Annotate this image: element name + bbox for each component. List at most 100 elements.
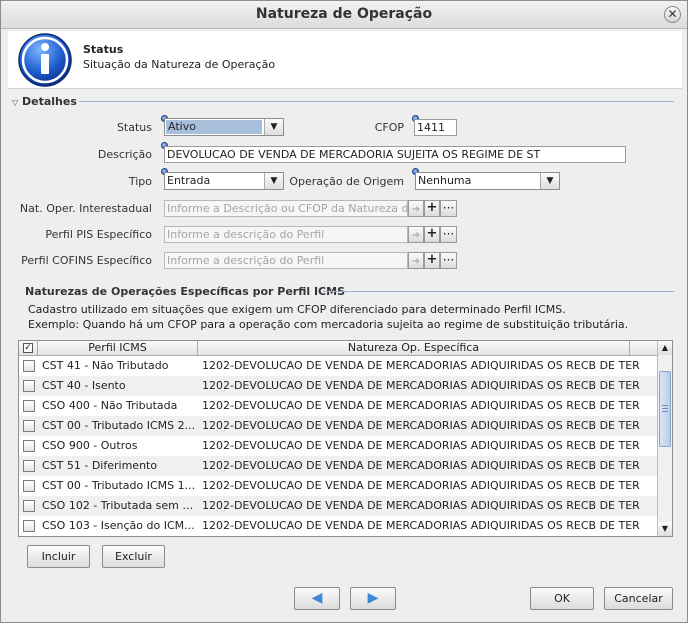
lookup-arrow-button[interactable]: ➜ bbox=[408, 252, 424, 269]
table-row[interactable]: CST 51 - Diferimento 1202-DEVOLUCAO DE V… bbox=[19, 456, 659, 476]
cell-perfil: CSO 900 - Outros bbox=[42, 439, 138, 452]
table-body: CST 41 - Não Tributado 1202-DEVOLUCAO DE… bbox=[19, 356, 659, 536]
arrow-right-icon: ➜ bbox=[411, 204, 421, 215]
row-checkbox[interactable] bbox=[23, 460, 35, 472]
lookup-arrow-button[interactable]: ➜ bbox=[408, 226, 424, 243]
table-header: ✓ Perfil ICMS Natureza Op. Específica bbox=[19, 341, 659, 356]
more-perfil-cofins-button[interactable]: ··· bbox=[440, 252, 457, 269]
collapse-arrow-icon: ▽ bbox=[12, 98, 19, 107]
descricao-label: Descrição bbox=[97, 148, 152, 161]
dialog-window: Natureza de Operação ✕ Status Situação d… bbox=[0, 0, 688, 623]
scroll-thumb[interactable] bbox=[659, 371, 671, 447]
cell-natureza: 1202-DEVOLUCAO DE VENDA DE MERCADORIAS A… bbox=[202, 459, 640, 472]
row-checkbox[interactable] bbox=[23, 380, 35, 392]
more-perfil-pis-button[interactable]: ··· bbox=[440, 226, 457, 243]
details-section-toggle[interactable]: ▽ Detalhes bbox=[12, 95, 77, 108]
table-row[interactable]: CSO 400 - Não Tributada 1202-DEVOLUCAO D… bbox=[19, 396, 659, 416]
cell-perfil: CSO 102 - Tributada sem P... bbox=[42, 499, 197, 512]
col-perfil-icms[interactable]: Perfil ICMS bbox=[38, 341, 198, 356]
cell-natureza: 1202-DEVOLUCAO DE VENDA DE MERCADORIAS A… bbox=[202, 519, 640, 532]
arrow-right-icon: ➜ bbox=[411, 230, 421, 241]
col-natureza-especifica[interactable]: Natureza Op. Específica bbox=[198, 341, 630, 356]
tipo-select[interactable]: Entrada ▼ bbox=[164, 172, 284, 190]
row-checkbox[interactable] bbox=[23, 520, 35, 532]
row-checkbox[interactable] bbox=[23, 400, 35, 412]
header-title: Status bbox=[83, 43, 124, 56]
arrow-left-icon: ◀ bbox=[311, 590, 323, 606]
tipo-label: Tipo bbox=[128, 175, 152, 188]
cell-natureza: 1202-DEVOLUCAO DE VENDA DE MERCADORIAS A… bbox=[202, 479, 640, 492]
nat-interestadual-label: Nat. Oper. Interestadual bbox=[19, 202, 152, 215]
cell-perfil: CST 00 - Tributado ICMS 2... bbox=[42, 419, 196, 432]
arrow-right-icon: ▶ bbox=[367, 590, 379, 606]
window-title: Natureza de Operação bbox=[255, 6, 433, 22]
table-row[interactable]: CSO 900 - Outros 1202-DEVOLUCAO DE VENDA… bbox=[19, 436, 659, 456]
table-row[interactable]: CST 40 - Isento 1202-DEVOLUCAO DE VENDA … bbox=[19, 376, 659, 396]
operacao-origem-value: Nenhuma bbox=[418, 174, 472, 187]
row-checkbox[interactable] bbox=[23, 480, 35, 492]
perfil-cofins-input[interactable]: Informe a descrição do Perfil bbox=[164, 252, 408, 269]
excluir-button[interactable]: Excluir bbox=[102, 545, 165, 568]
close-button[interactable]: ✕ bbox=[664, 6, 681, 23]
lookup-arrow-button[interactable]: ➜ bbox=[408, 200, 424, 217]
tipo-value: Entrada bbox=[167, 174, 211, 187]
header-subtitle: Situação da Natureza de Operação bbox=[83, 58, 276, 71]
cell-natureza: 1202-DEVOLUCAO DE VENDA DE MERCADORIAS A… bbox=[202, 359, 640, 372]
icms-table: ✓ Perfil ICMS Natureza Op. Específica CS… bbox=[18, 340, 673, 537]
close-icon: ✕ bbox=[667, 7, 678, 21]
scroll-down-button[interactable]: ▼ bbox=[658, 522, 672, 536]
details-section-title: Detalhes bbox=[22, 95, 77, 108]
row-checkbox[interactable] bbox=[23, 420, 35, 432]
chevron-down-icon[interactable]: ▼ bbox=[264, 119, 283, 135]
table-row[interactable]: CSO 103 - Isenção do ICM... 1202-DEVOLUC… bbox=[19, 516, 659, 536]
scroll-up-button[interactable]: ▲ bbox=[658, 341, 672, 355]
info-icon bbox=[18, 33, 72, 87]
add-perfil-pis-button[interactable]: + bbox=[424, 226, 440, 243]
cfop-input[interactable]: 1411 bbox=[414, 119, 457, 136]
chevron-down-icon[interactable]: ▼ bbox=[264, 173, 283, 189]
descricao-input[interactable]: DEVOLUCAO DE VENDA DE MERCADORIA SUJEITA… bbox=[164, 146, 626, 163]
select-all-checkbox[interactable]: ✓ bbox=[23, 343, 33, 353]
row-checkbox[interactable] bbox=[23, 500, 35, 512]
chevron-down-icon[interactable]: ▼ bbox=[540, 173, 559, 189]
details-divider bbox=[79, 101, 674, 102]
status-select[interactable]: Ativo ▼ bbox=[164, 118, 284, 136]
status-value: Ativo bbox=[166, 120, 262, 134]
cell-perfil: CSO 103 - Isenção do ICM... bbox=[42, 519, 195, 532]
cell-perfil: CST 51 - Diferimento bbox=[42, 459, 158, 472]
operacao-origem-select[interactable]: Nenhuma ▼ bbox=[415, 172, 560, 190]
perfil-pis-input[interactable]: Informe a descrição do Perfil bbox=[164, 226, 408, 243]
cell-perfil: CST 00 - Tributado ICMS 1... bbox=[42, 479, 196, 492]
table-row[interactable]: CSO 102 - Tributada sem P... 1202-DEVOLU… bbox=[19, 496, 659, 516]
previous-button[interactable]: ◀ bbox=[294, 587, 340, 610]
cell-perfil: CST 40 - Isento bbox=[42, 379, 126, 392]
incluir-button[interactable]: Incluir bbox=[27, 545, 90, 568]
cell-natureza: 1202-DEVOLUCAO DE VENDA DE MERCADORIAS A… bbox=[202, 439, 640, 452]
cell-natureza: 1202-DEVOLUCAO DE VENDA DE MERCADORIAS A… bbox=[202, 379, 640, 392]
cell-natureza: 1202-DEVOLUCAO DE VENDA DE MERCADORIAS A… bbox=[202, 499, 640, 512]
row-checkbox[interactable] bbox=[23, 440, 35, 452]
add-nat-interestadual-button[interactable]: + bbox=[424, 200, 440, 217]
cell-natureza: 1202-DEVOLUCAO DE VENDA DE MERCADORIAS A… bbox=[202, 419, 640, 432]
more-nat-interestadual-button[interactable]: ··· bbox=[440, 200, 457, 217]
table-row[interactable]: CST 00 - Tributado ICMS 2... 1202-DEVOLU… bbox=[19, 416, 659, 436]
table-row[interactable]: CST 00 - Tributado ICMS 1... 1202-DEVOLU… bbox=[19, 476, 659, 496]
title-bar[interactable]: Natureza de Operação ✕ bbox=[1, 1, 687, 29]
next-button[interactable]: ▶ bbox=[350, 587, 396, 610]
icms-description-2: Exemplo: Quando há um CFOP para a operaç… bbox=[28, 318, 629, 331]
perfil-pis-label: Perfil PIS Específico bbox=[45, 228, 152, 241]
select-all-header[interactable]: ✓ bbox=[19, 341, 38, 356]
table-row[interactable]: CST 41 - Não Tributado 1202-DEVOLUCAO DE… bbox=[19, 356, 659, 376]
header-panel: Status Situação da Natureza de Operação bbox=[8, 31, 682, 89]
icms-divider bbox=[323, 291, 674, 292]
add-perfil-cofins-button[interactable]: + bbox=[424, 252, 440, 269]
nat-interestadual-input[interactable]: Informe a Descrição ou CFOP da Natureza … bbox=[164, 200, 408, 217]
perfil-cofins-label: Perfil COFINS Específico bbox=[21, 254, 152, 267]
cancel-button[interactable]: Cancelar bbox=[604, 587, 673, 610]
arrow-right-icon: ➜ bbox=[411, 256, 421, 267]
status-label: Status bbox=[116, 121, 152, 134]
ok-button[interactable]: OK bbox=[530, 587, 594, 610]
cfop-label: CFOP bbox=[374, 121, 404, 134]
vertical-scrollbar[interactable]: ▲ ▼ bbox=[657, 341, 672, 536]
row-checkbox[interactable] bbox=[23, 360, 35, 372]
